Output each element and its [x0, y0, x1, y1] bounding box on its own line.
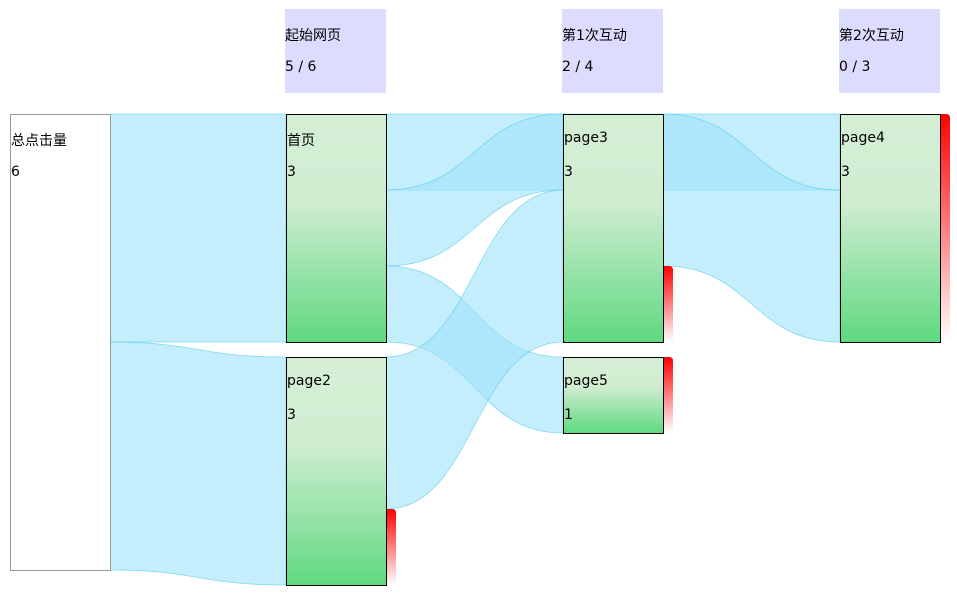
node-total	[10, 114, 111, 571]
stage-count: 0 / 3	[839, 59, 871, 75]
node-page5	[563, 357, 664, 434]
node-page4	[840, 114, 941, 343]
stage-name: 起始网页	[285, 28, 341, 44]
flow-link-total-to-page2	[109, 341, 287, 586]
dropoff-bar-page5	[663, 357, 673, 433]
node-home	[286, 114, 387, 343]
node-page2	[286, 357, 387, 586]
stage-name: 第2次互动	[839, 28, 904, 44]
dropoff-bar-page3	[663, 266, 673, 342]
stage-count: 2 / 4	[562, 59, 594, 75]
stage-count: 5 / 6	[285, 59, 317, 75]
stage-header-start-page: 起始网页 5 / 6	[285, 9, 386, 93]
flow-diagram	[10, 113, 950, 586]
node-page3	[563, 114, 664, 343]
stage-header-interaction-1: 第1次互动 2 / 4	[562, 9, 663, 93]
flow-link-total-to-home	[109, 113, 287, 343]
stage-name: 第1次互动	[562, 28, 627, 44]
stage-header-interaction-2: 第2次互动 0 / 3	[839, 9, 940, 93]
dropoff-bar-page2	[386, 509, 396, 585]
dropoff-bar-page4	[940, 114, 950, 342]
